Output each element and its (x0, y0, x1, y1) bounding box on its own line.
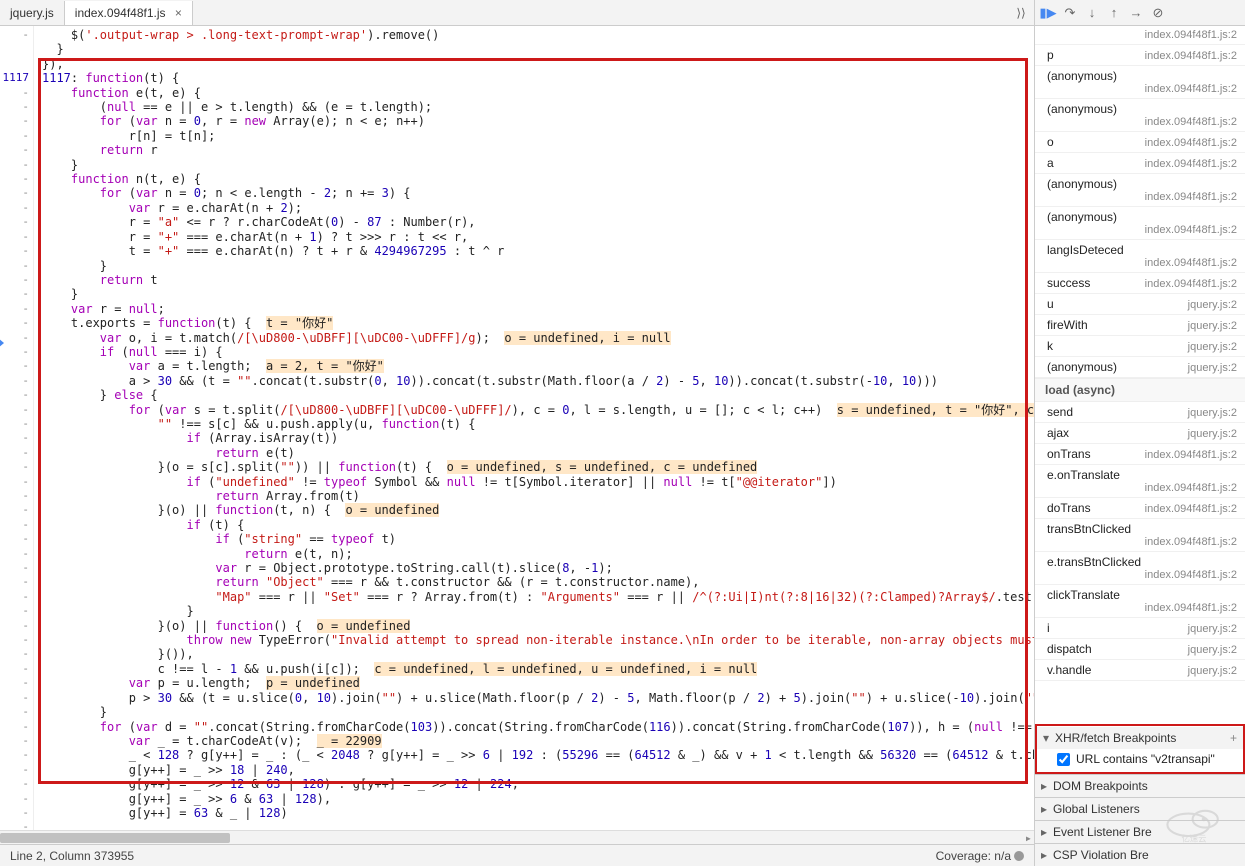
stack-frame[interactable]: langIsDetecedindex.094f48f1.js:2 (1035, 240, 1245, 273)
coverage-label[interactable]: Coverage: n/a (936, 849, 1024, 863)
stack-frame[interactable]: (anonymous)index.094f48f1.js:2 (1035, 66, 1245, 99)
stack-frame[interactable]: index.094f48f1.js:2 (1035, 26, 1245, 45)
resume-button[interactable]: ▮▶ (1037, 5, 1059, 21)
xhr-bp-checkbox[interactable] (1057, 753, 1070, 766)
close-icon[interactable]: × (175, 6, 182, 20)
stack-frame[interactable]: onTransindex.094f48f1.js:2 (1035, 444, 1245, 465)
stack-frame[interactable]: transBtnClickedindex.094f48f1.js:2 (1035, 519, 1245, 552)
stack-frame[interactable]: sendjquery.js:2 (1035, 402, 1245, 423)
stack-frame[interactable]: clickTranslateindex.094f48f1.js:2 (1035, 585, 1245, 618)
xhr-breakpoints-header[interactable]: XHR/fetch Breakpoints + (1037, 727, 1243, 749)
stack-frame[interactable]: successindex.094f48f1.js:2 (1035, 273, 1245, 294)
gutter: - 1117----------------------------------… (0, 26, 34, 830)
overflow-icon[interactable]: ⟩⟩ (1008, 6, 1034, 20)
tab-jquery[interactable]: jquery.js (0, 1, 64, 25)
stack-frame[interactable]: pindex.094f48f1.js:2 (1035, 45, 1245, 66)
scrollbar-thumb[interactable] (0, 833, 230, 843)
stack-frame[interactable]: fireWithjquery.js:2 (1035, 315, 1245, 336)
stack-frame[interactable]: oindex.094f48f1.js:2 (1035, 132, 1245, 153)
stack-frame[interactable]: (anonymous)index.094f48f1.js:2 (1035, 174, 1245, 207)
callstack[interactable]: index.094f48f1.js:2pindex.094f48f1.js:2(… (1035, 26, 1245, 724)
stack-frame[interactable]: doTransindex.094f48f1.js:2 (1035, 498, 1245, 519)
stack-frame[interactable]: e.transBtnClickedindex.094f48f1.js:2 (1035, 552, 1245, 585)
stack-separator: load (async) (1035, 378, 1245, 402)
code-content: $('.output-wrap > .long-text-prompt-wrap… (34, 26, 1034, 822)
stack-frame[interactable]: ujquery.js:2 (1035, 294, 1245, 315)
stack-frame[interactable]: e.onTranslateindex.094f48f1.js:2 (1035, 465, 1245, 498)
step-button[interactable]: → (1125, 5, 1147, 20)
stack-frame[interactable]: v.handlejquery.js:2 (1035, 660, 1245, 681)
watermark: 亿速云 (1159, 800, 1229, 844)
debug-toolbar: ▮▶ ↷ ↓ ↑ → ⊘ (1035, 0, 1245, 26)
csp-violation-bp-header[interactable]: CSP Violation Bre (1035, 844, 1245, 866)
stack-frame[interactable]: (anonymous)index.094f48f1.js:2 (1035, 99, 1245, 132)
code-viewport[interactable]: $('.output-wrap > .long-text-prompt-wrap… (34, 26, 1034, 830)
step-over-button[interactable]: ↷ (1059, 5, 1081, 21)
cursor-position: Line 2, Column 373955 (10, 849, 134, 863)
scroll-right-icon[interactable]: ▸ (1025, 831, 1032, 845)
dom-breakpoints-header[interactable]: DOM Breakpoints (1035, 775, 1245, 797)
deactivate-bp-button[interactable]: ⊘ (1147, 5, 1169, 21)
svg-text:亿速云: 亿速云 (1181, 834, 1206, 844)
tab-index[interactable]: index.094f48f1.js × (64, 1, 193, 25)
stack-frame[interactable]: ijquery.js:2 (1035, 618, 1245, 639)
breakpoint-marker-icon[interactable] (0, 338, 4, 348)
xhr-breakpoint-item[interactable]: URL contains "v2transapi" (1037, 749, 1243, 771)
step-out-button[interactable]: ↑ (1103, 5, 1125, 20)
stack-frame[interactable]: kjquery.js:2 (1035, 336, 1245, 357)
add-xhr-bp-icon[interactable]: + (1230, 731, 1237, 745)
stack-frame[interactable]: (anonymous)jquery.js:2 (1035, 357, 1245, 378)
stack-frame[interactable]: aindex.094f48f1.js:2 (1035, 153, 1245, 174)
step-into-button[interactable]: ↓ (1081, 5, 1103, 20)
stack-frame[interactable]: ajaxjquery.js:2 (1035, 423, 1245, 444)
horizontal-scrollbar[interactable]: ▸ (0, 830, 1034, 844)
xhr-bp-text: URL contains "v2transapi" (1076, 752, 1215, 766)
tabs-bar: jquery.js index.094f48f1.js × ⟩⟩ (0, 0, 1034, 26)
stack-frame[interactable]: (anonymous)index.094f48f1.js:2 (1035, 207, 1245, 240)
status-bar: Line 2, Column 373955 Coverage: n/a (0, 844, 1034, 866)
tab-index-label: index.094f48f1.js (75, 6, 166, 20)
xhr-breakpoints-section: XHR/fetch Breakpoints + URL contains "v2… (1035, 724, 1245, 774)
stack-frame[interactable]: dispatchjquery.js:2 (1035, 639, 1245, 660)
